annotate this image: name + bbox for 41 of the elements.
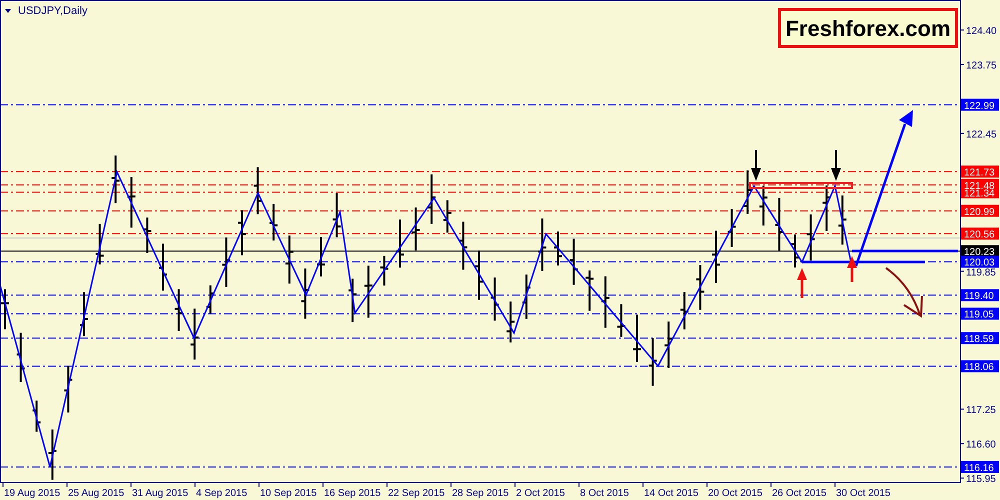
price-label: 120.99 xyxy=(964,206,995,218)
up-arrow-icon xyxy=(847,256,857,282)
date-label: 8 Oct 2015 xyxy=(580,488,629,499)
price-tick-label: 115.95 xyxy=(966,474,996,486)
price-label: 120.23 xyxy=(964,247,995,258)
date-label: 19 Aug 2015 xyxy=(4,488,60,499)
date-label: 30 Oct 2015 xyxy=(836,488,890,499)
date-label: 31 Aug 2015 xyxy=(132,488,188,499)
price-label: 121.34 xyxy=(964,188,995,200)
date-label: 16 Sep 2015 xyxy=(324,488,381,499)
dropdown-icon[interactable] xyxy=(5,9,11,13)
date-label: 22 Sep 2015 xyxy=(388,488,445,499)
price-label: 116.16 xyxy=(964,462,994,474)
date-label: 26 Oct 2015 xyxy=(772,488,826,499)
price-label: 118.06 xyxy=(964,362,994,374)
date-label: 10 Sep 2015 xyxy=(260,488,317,499)
date-label: 2 Oct 2015 xyxy=(516,488,565,499)
price-label: 119.05 xyxy=(964,310,994,321)
price-tick-label: 117.25 xyxy=(966,405,996,416)
price-label: 120.56 xyxy=(964,230,995,241)
logo: Freshforex.com xyxy=(778,8,958,48)
date-label: 28 Sep 2015 xyxy=(452,488,509,499)
price-tick-label: 123.75 xyxy=(966,60,997,72)
price-tick-label: 122.45 xyxy=(966,129,997,140)
chart-title: USDJPY,Daily xyxy=(18,5,88,17)
down-arrow-icon xyxy=(751,150,761,181)
date-label: 4 Sep 2015 xyxy=(196,488,248,499)
price-tick-label: 116.60 xyxy=(966,440,996,451)
price-tick-label: 124.40 xyxy=(966,26,997,37)
price-label: 119.40 xyxy=(964,291,994,302)
up-arrow-icon xyxy=(797,268,807,298)
down-arrow-icon xyxy=(831,150,841,181)
price-tick-label: 119.85 xyxy=(966,267,996,278)
price-label: 121.73 xyxy=(964,168,995,179)
price-label: 122.99 xyxy=(964,100,995,112)
curved-arrow xyxy=(885,267,923,318)
date-label: 20 Oct 2015 xyxy=(708,488,762,499)
date-label: 25 Aug 2015 xyxy=(68,488,124,499)
price-label: 118.59 xyxy=(964,334,994,346)
price-label: 120.03 xyxy=(964,258,995,269)
date-label: 14 Oct 2015 xyxy=(644,488,698,499)
